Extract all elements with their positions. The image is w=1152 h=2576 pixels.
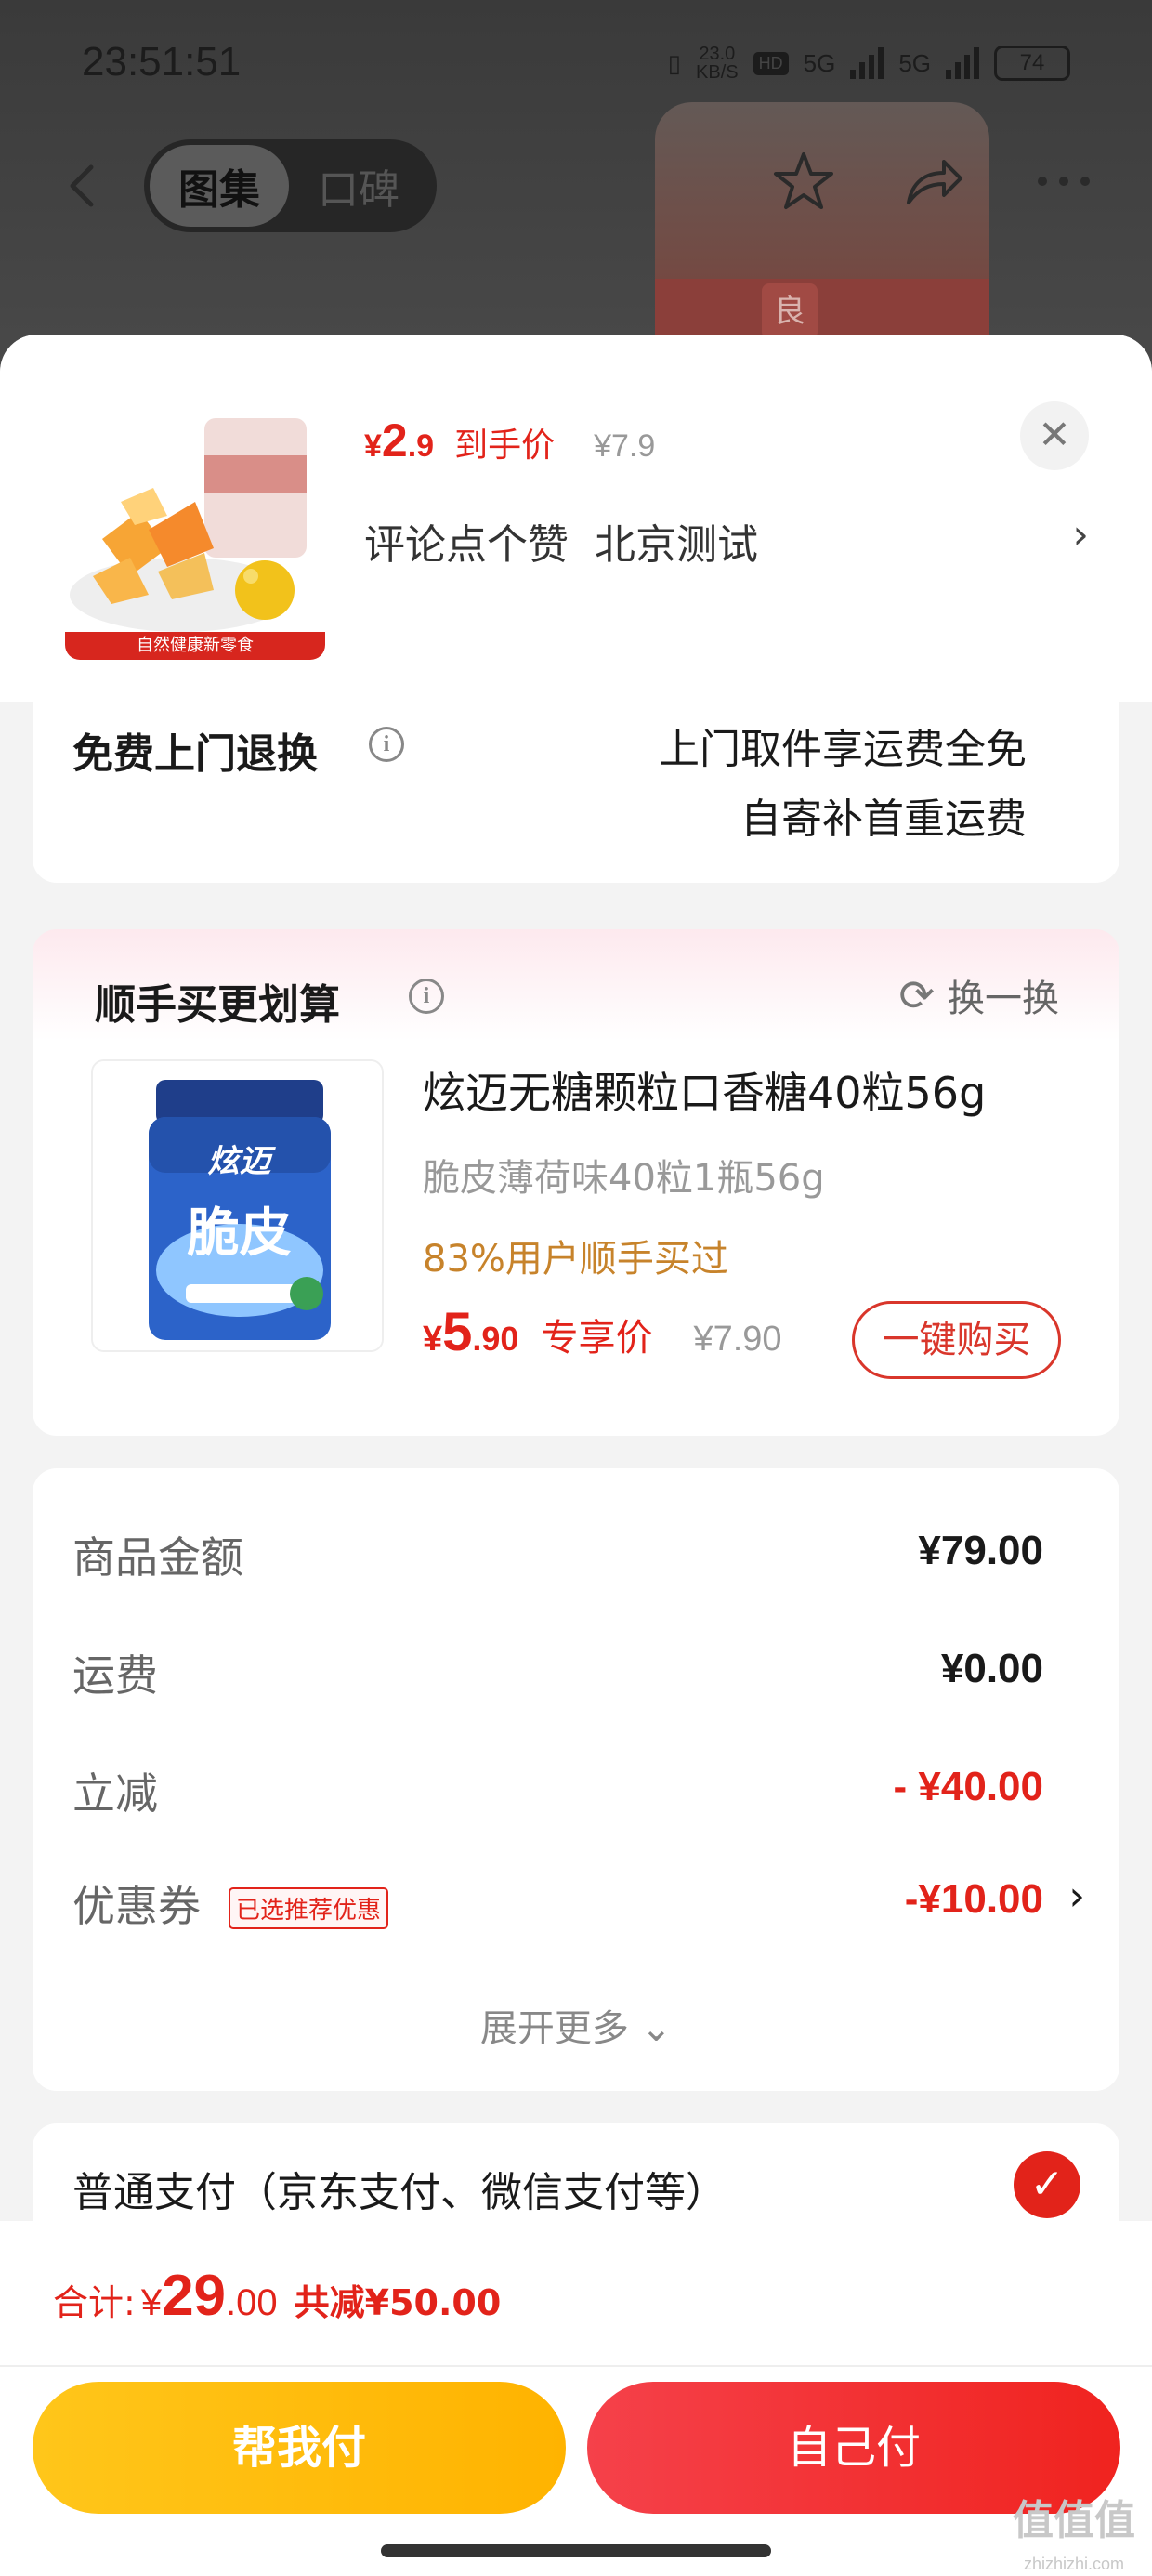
- total-decimal: .00: [226, 2282, 278, 2323]
- network-type-2: 5G: [898, 48, 931, 77]
- bundle-price-decimal: .90: [472, 1320, 519, 1358]
- thumbnail-caption: 自然健康新零食: [137, 636, 254, 655]
- price-currency: ¥: [364, 428, 382, 464]
- watermark: 值值值 zhizhizhi.com: [1013, 2500, 1135, 2576]
- network-speed-value: 23.0: [699, 44, 736, 64]
- bundle-title: 顺手买更划算: [95, 981, 340, 1029]
- summary-row: 运费 ¥0.00: [72, 1642, 1085, 1716]
- swap-label: 换一换: [948, 978, 1059, 1020]
- summary-row: 商品金额 ¥79.00: [72, 1524, 1085, 1598]
- back-icon[interactable]: [56, 158, 111, 214]
- summary-row: 立减 - ¥40.00: [72, 1760, 1085, 1834]
- return-service-card: 免费上门退换 i 上门取件享运费全免 自寄补首重运费: [33, 697, 1119, 883]
- bundle-product-image[interactable]: 炫迈 脆皮: [91, 1059, 384, 1352]
- home-indicator[interactable]: [381, 2544, 771, 2557]
- signal-icon: [850, 47, 884, 79]
- help-me-pay-button[interactable]: 帮我付: [33, 2382, 566, 2514]
- status-bar: 23:51:51 ▯ 23.0 KB/S HD 5G 5G 74: [0, 0, 1152, 130]
- order-summary-card: 商品金额 ¥79.00 运费 ¥0.00 立减 - ¥40.00 优惠券 已选推…: [33, 1468, 1119, 2091]
- summary-value: - ¥40.00: [893, 1764, 1043, 1809]
- total-integer: 29: [162, 2264, 227, 2328]
- bundle-product-spec: 脆皮薄荷味40粒1瓶56g: [423, 1157, 825, 1200]
- bundle-product-name[interactable]: 炫迈无糖颗粒口香糖40粒56g: [423, 1059, 986, 1121]
- bundle-price-currency: ¥: [423, 1320, 443, 1359]
- original-price: ¥7.9: [594, 428, 656, 464]
- order-total: 合计: ¥ 29 .00 共减¥50.00: [53, 2263, 501, 2329]
- bundle-price-integer: 5: [442, 1302, 473, 1362]
- tab-reviews[interactable]: 口碑: [289, 145, 428, 227]
- watermark-url: zhizhizhi.com: [1023, 2555, 1125, 2573]
- network-speed: 23.0 KB/S: [696, 45, 739, 82]
- one-click-buy-button[interactable]: 一键购买: [852, 1301, 1061, 1379]
- bundle-price-tag: 专享价: [541, 1317, 653, 1360]
- pay-myself-button[interactable]: 自己付: [587, 2382, 1120, 2514]
- network-speed-unit: KB/S: [696, 62, 739, 83]
- top-nav: 图集 口碑: [0, 130, 1152, 242]
- variant-selector[interactable]: 评论点个赞 北京测试 ›: [364, 511, 1089, 571]
- coupon-badge: 已选推荐优惠: [229, 1887, 389, 1929]
- refresh-icon: ⟳: [898, 970, 935, 1020]
- more-icon[interactable]: [1031, 149, 1096, 214]
- watermark-text: 值值值: [1013, 2498, 1135, 2543]
- return-service-line1: 上门取件享运费全免: [659, 726, 1027, 773]
- bundle-image-brand: 炫迈: [207, 1143, 271, 1180]
- chevron-down-icon: ⌄: [640, 2007, 673, 2050]
- nav-actions: [771, 149, 1096, 214]
- price-tag: 到手价: [454, 427, 556, 465]
- checkout-footer: 合计: ¥ 29 .00 共减¥50.00 帮我付 自己付 值值值 zhizhi…: [0, 2221, 1152, 2576]
- status-icons: ▯ 23.0 KB/S HD 5G 5G 74: [668, 45, 1070, 82]
- bundle-purchase-stat: 83%用户顺手买过: [423, 1238, 728, 1281]
- chevron-right-icon: ›: [1072, 511, 1089, 559]
- summary-label: 立减: [72, 1768, 158, 1819]
- summary-value: ¥0.00: [940, 1646, 1043, 1691]
- bundle-offer-card: 顺手买更划算 i ⟳ 换一换 炫迈 脆皮 炫迈无糖颗粒口香糖40粒56g 脆皮薄…: [33, 929, 1119, 1436]
- vibrate-icon: ▯: [667, 48, 682, 77]
- chevron-right-icon: ›: [1068, 1873, 1085, 1920]
- return-service-title: 免费上门退换: [72, 730, 318, 778]
- summary-label: 商品金额: [72, 1532, 243, 1583]
- tab-switcher: 图集 口碑: [144, 139, 437, 232]
- total-label: 合计:: [53, 2282, 136, 2323]
- summary-value: ¥79.00: [918, 1528, 1043, 1573]
- bundle-original-price: ¥7.90: [693, 1320, 782, 1359]
- checkmark-icon[interactable]: ✓: [1014, 2151, 1080, 2218]
- swap-button[interactable]: ⟳ 换一换: [898, 968, 1059, 1022]
- expand-more-label: 展开更多: [479, 2007, 629, 2050]
- price-decimal: .9: [407, 428, 435, 464]
- info-icon[interactable]: i: [369, 727, 404, 762]
- return-service-line2: 自寄补首重运费: [740, 795, 1027, 843]
- product-thumbnail: 自然健康新零食: [65, 400, 325, 660]
- variant-label: 评论点个赞 北京测试: [364, 521, 758, 569]
- summary-value: -¥10.00: [904, 1876, 1043, 1922]
- total-savings: 共减¥50.00: [294, 2282, 502, 2323]
- tab-gallery[interactable]: 图集: [150, 145, 289, 227]
- star-icon[interactable]: [771, 149, 836, 214]
- coupon-row[interactable]: 优惠券 已选推荐优惠 -¥10.00 ›: [72, 1873, 1085, 1947]
- signal-icon-2: [946, 47, 979, 79]
- hd-badge: HD: [753, 51, 789, 75]
- payment-method-label: 普通支付（京东支付、微信支付等）: [72, 2169, 727, 2216]
- network-type-1: 5G: [803, 48, 836, 77]
- expand-more-button[interactable]: 展开更多 ⌄: [33, 1998, 1119, 2052]
- product-price: ¥ 2 .9 到手价 ¥7.9: [364, 414, 655, 467]
- total-currency: ¥: [140, 2282, 163, 2323]
- background-product-logo: 良: [762, 283, 818, 339]
- summary-label: 优惠券: [72, 1881, 201, 1931]
- divider: [0, 2365, 1152, 2367]
- summary-label: 运费: [72, 1650, 158, 1701]
- bundle-info-icon[interactable]: i: [409, 979, 444, 1014]
- battery-indicator: 74: [994, 46, 1070, 81]
- bundle-price: ¥ 5 .90 专享价 ¥7.90: [423, 1301, 782, 1363]
- bundle-image-title: 脆皮: [187, 1203, 292, 1264]
- share-icon[interactable]: [901, 149, 966, 214]
- price-integer: 2: [381, 414, 408, 467]
- product-header: 自然健康新零食 ¥ 2 .9 到手价 ¥7.9 ✕ 评论点个赞 北京测试 ›: [0, 335, 1152, 702]
- status-time: 23:51:51: [82, 39, 242, 85]
- close-icon[interactable]: ✕: [1020, 401, 1089, 470]
